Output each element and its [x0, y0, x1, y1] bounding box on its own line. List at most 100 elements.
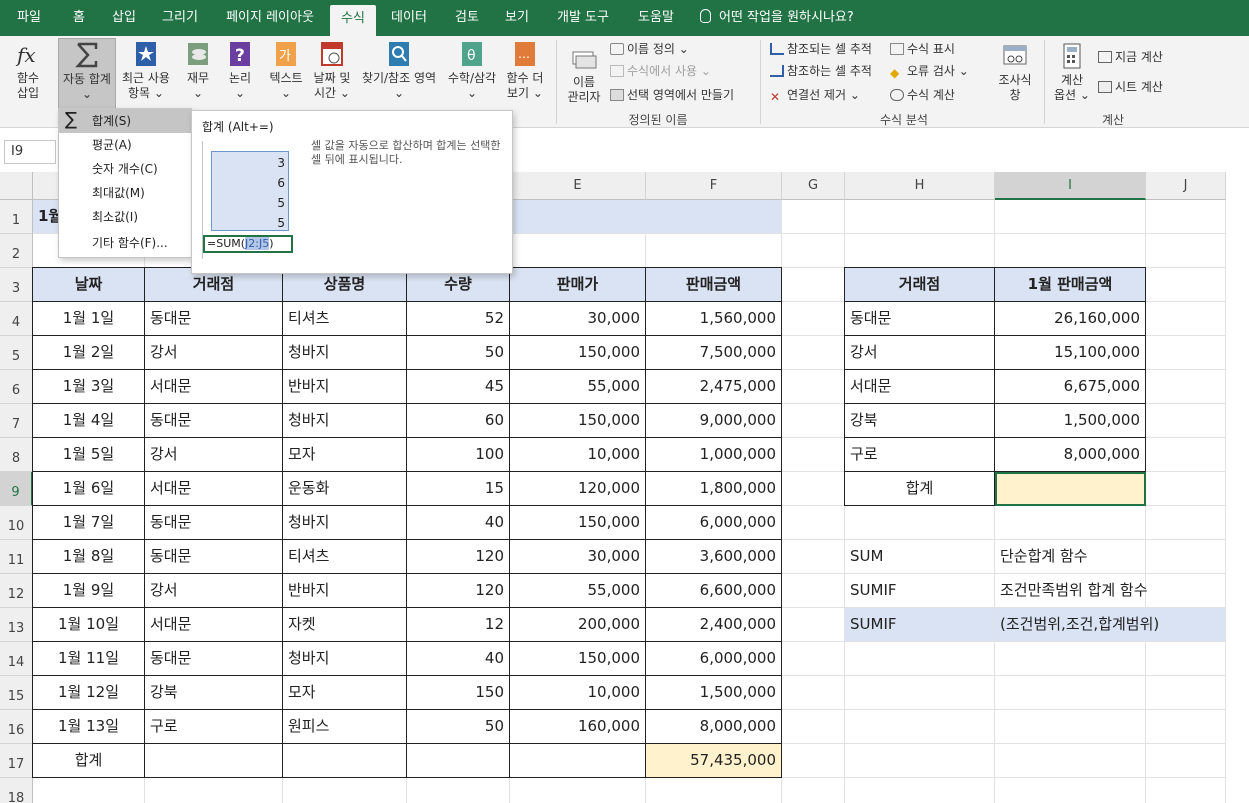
- column-header-H[interactable]: H: [845, 172, 995, 200]
- remove-arrows-button[interactable]: ✕ 연결선 제거 ⌄: [770, 86, 860, 104]
- table-cell[interactable]: 6,000,000: [645, 641, 782, 676]
- row-header-17[interactable]: 17: [0, 744, 33, 778]
- empty-cell[interactable]: [145, 778, 283, 803]
- total-empty-cell[interactable]: [282, 743, 407, 778]
- menu-item-max[interactable]: 최대값(M): [59, 181, 191, 205]
- table-cell[interactable]: 1,500,000: [645, 675, 782, 710]
- tab-view[interactable]: 보기: [494, 0, 540, 36]
- empty-cell[interactable]: [845, 676, 995, 710]
- error-checking-button[interactable]: ◆ 오류 검사 ⌄: [890, 62, 969, 80]
- empty-cell[interactable]: [782, 676, 845, 710]
- table-cell[interactable]: 30,000: [509, 301, 646, 336]
- total-empty-cell[interactable]: [406, 743, 510, 778]
- table-cell[interactable]: 60: [406, 403, 510, 438]
- empty-cell[interactable]: [33, 778, 145, 803]
- summary-amount-cell[interactable]: 1,500,000: [994, 403, 1146, 438]
- empty-cell[interactable]: [510, 234, 646, 268]
- table-cell[interactable]: 45: [406, 369, 510, 404]
- name-box[interactable]: I9: [4, 140, 56, 164]
- table-cell[interactable]: 50: [406, 709, 510, 744]
- table-cell[interactable]: 8,000,000: [645, 709, 782, 744]
- total-value-cell[interactable]: 57,435,000: [645, 743, 782, 778]
- column-header-E[interactable]: E: [510, 172, 646, 200]
- column-header-F[interactable]: F: [646, 172, 782, 200]
- datetime-button[interactable]: 날짜 및 시간 ⌄: [308, 40, 356, 110]
- row-header-1[interactable]: 1: [0, 200, 33, 234]
- table-cell[interactable]: 자켓: [282, 607, 407, 642]
- menu-item-average[interactable]: 평균(A): [59, 133, 191, 157]
- empty-cell[interactable]: [1146, 642, 1226, 676]
- table-cell[interactable]: 1월 6일: [32, 471, 145, 506]
- row-header-10[interactable]: 10: [0, 506, 33, 540]
- menu-item-more-functions[interactable]: 기타 함수(F)...: [59, 231, 191, 255]
- table-cell[interactable]: 동대문: [144, 301, 283, 336]
- row-header-13[interactable]: 13: [0, 608, 33, 642]
- table-cell[interactable]: 구로: [144, 709, 283, 744]
- row-header-6[interactable]: 6: [0, 370, 33, 404]
- table-cell[interactable]: 티셔츠: [282, 539, 407, 574]
- evaluate-formula-button[interactable]: 수식 계산: [890, 86, 955, 104]
- table-cell[interactable]: 52: [406, 301, 510, 336]
- empty-cell[interactable]: [782, 744, 845, 778]
- total-empty-cell[interactable]: [509, 743, 646, 778]
- summary-amount-cell[interactable]: 15,100,000: [994, 335, 1146, 370]
- calculation-options-button[interactable]: 계산 옵션 ⌄: [1050, 42, 1094, 110]
- row-header-8[interactable]: 8: [0, 438, 33, 472]
- active-cell-I9[interactable]: [995, 472, 1146, 506]
- empty-cell[interactable]: [782, 438, 845, 472]
- table-header-cell[interactable]: 날짜: [32, 267, 145, 302]
- recently-used-button[interactable]: 최근 사용 항목 ⌄: [118, 40, 174, 110]
- row-header-11[interactable]: 11: [0, 540, 33, 574]
- table-cell[interactable]: 150: [406, 675, 510, 710]
- empty-cell[interactable]: [782, 268, 845, 302]
- table-cell[interactable]: 모자: [282, 437, 407, 472]
- table-cell[interactable]: 청바지: [282, 641, 407, 676]
- summary-branch-cell[interactable]: 서대문: [844, 369, 995, 404]
- table-cell[interactable]: 15: [406, 471, 510, 506]
- note-function-cell[interactable]: SUM: [845, 540, 995, 574]
- table-cell[interactable]: 모자: [282, 675, 407, 710]
- table-cell[interactable]: 9,000,000: [645, 403, 782, 438]
- table-cell[interactable]: 동대문: [144, 641, 283, 676]
- table-cell[interactable]: 150,000: [509, 335, 646, 370]
- empty-cell[interactable]: [782, 200, 845, 234]
- empty-cell[interactable]: [782, 234, 845, 268]
- table-cell[interactable]: 3,600,000: [645, 539, 782, 574]
- table-cell[interactable]: 운동화: [282, 471, 407, 506]
- table-cell[interactable]: 1,800,000: [645, 471, 782, 506]
- table-cell[interactable]: 1,000,000: [645, 437, 782, 472]
- empty-cell[interactable]: [845, 778, 995, 803]
- empty-cell[interactable]: [995, 200, 1146, 234]
- empty-cell[interactable]: [782, 710, 845, 744]
- table-cell[interactable]: 1월 13일: [32, 709, 145, 744]
- row-header-12[interactable]: 12: [0, 574, 33, 608]
- menu-item-min[interactable]: 최소값(I): [59, 205, 191, 229]
- table-cell[interactable]: 1월 8일: [32, 539, 145, 574]
- table-cell[interactable]: 서대문: [144, 607, 283, 642]
- table-cell[interactable]: 1월 3일: [32, 369, 145, 404]
- calculate-now-button[interactable]: 지금 계산: [1098, 48, 1163, 66]
- table-cell[interactable]: 반바지: [282, 573, 407, 608]
- empty-cell[interactable]: [283, 778, 407, 803]
- table-cell[interactable]: 강서: [144, 573, 283, 608]
- empty-cell[interactable]: [1146, 336, 1226, 370]
- use-in-formula-button[interactable]: 수식에서 사용 ⌄: [610, 62, 711, 80]
- table-cell[interactable]: 6,000,000: [645, 505, 782, 540]
- table-cell[interactable]: 1월 4일: [32, 403, 145, 438]
- empty-cell[interactable]: [1146, 438, 1226, 472]
- table-cell[interactable]: 청바지: [282, 335, 407, 370]
- empty-cell[interactable]: [1146, 200, 1226, 234]
- empty-cell[interactable]: [995, 710, 1146, 744]
- financial-button[interactable]: 재무 ⌄: [180, 40, 216, 110]
- table-cell[interactable]: 150,000: [509, 641, 646, 676]
- empty-cell[interactable]: [1146, 506, 1226, 540]
- empty-cell[interactable]: [782, 642, 845, 676]
- note-description-cell[interactable]: 조건만족범위 합계 함수: [995, 574, 1226, 608]
- row-header-14[interactable]: 14: [0, 642, 33, 676]
- row-header-2[interactable]: 2: [0, 234, 33, 268]
- tab-review[interactable]: 검토: [440, 0, 494, 36]
- empty-cell[interactable]: [1146, 302, 1226, 336]
- tab-draw[interactable]: 그리기: [148, 0, 212, 36]
- table-cell[interactable]: 55,000: [509, 369, 646, 404]
- table-cell[interactable]: 10,000: [509, 437, 646, 472]
